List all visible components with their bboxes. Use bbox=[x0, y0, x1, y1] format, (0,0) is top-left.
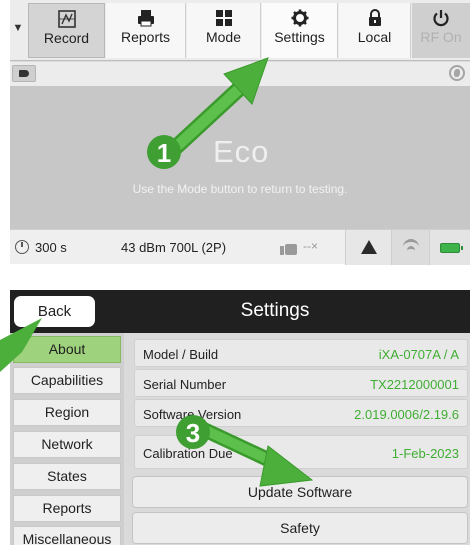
info-key: Model / Build bbox=[143, 347, 219, 362]
rf-on-button[interactable]: RF On bbox=[412, 3, 470, 58]
toolbar-menu-caret[interactable]: ▼ bbox=[10, 22, 26, 34]
sidebar-item-states[interactable]: States bbox=[13, 463, 121, 490]
info-value: 2.019.0006/2.19.6 bbox=[354, 407, 459, 422]
signal-readout: --× bbox=[303, 239, 318, 253]
settings-button-label: Settings bbox=[274, 29, 325, 45]
toolbar: ▼ Record Reports Mode Settings Local RF … bbox=[10, 0, 470, 61]
gear-icon bbox=[262, 3, 337, 29]
thumbs-up-icon bbox=[280, 239, 297, 255]
sidebar-item-miscellaneous[interactable]: Miscellaneous bbox=[13, 526, 121, 545]
printer-icon bbox=[106, 3, 185, 29]
info-value: 1-Feb-2023 bbox=[391, 446, 459, 461]
tag-icon[interactable] bbox=[12, 65, 36, 82]
mode-button[interactable]: Mode bbox=[187, 3, 261, 58]
main-screen: ▼ Record Reports Mode Settings Local RF … bbox=[10, 0, 470, 265]
sidebar-item-about[interactable]: About bbox=[13, 336, 121, 363]
info-row-software-version: Software Version 2.019.0006/2.19.6 bbox=[134, 399, 468, 427]
back-button[interactable]: Back bbox=[14, 296, 95, 327]
info-row-serial: Serial Number TX2212000001 bbox=[134, 369, 468, 397]
globe-icon[interactable] bbox=[449, 65, 465, 81]
warning-indicator[interactable] bbox=[345, 230, 391, 265]
rf-on-button-label: RF On bbox=[420, 29, 462, 45]
settings-sidebar: About Capabilities Region Network States… bbox=[10, 333, 124, 545]
tag-strip bbox=[10, 62, 470, 86]
reports-button-label: Reports bbox=[120, 29, 171, 45]
grid-icon bbox=[187, 3, 260, 29]
lock-icon bbox=[339, 3, 410, 29]
settings-header: Back Settings bbox=[10, 290, 470, 333]
battery-icon bbox=[440, 243, 463, 253]
info-key: Calibration Due bbox=[143, 446, 233, 461]
record-button[interactable]: Record bbox=[28, 3, 105, 58]
wifi-icon bbox=[403, 239, 419, 255]
wifi-indicator[interactable] bbox=[391, 230, 429, 265]
timer-icon bbox=[15, 240, 29, 254]
info-row-model: Model / Build iXA-0707A / A bbox=[134, 339, 468, 367]
mode-title: Eco bbox=[213, 134, 270, 169]
page-title: Settings bbox=[240, 300, 310, 321]
local-button[interactable]: Local bbox=[339, 3, 411, 58]
mode-button-label: Mode bbox=[205, 29, 242, 45]
power-icon bbox=[412, 3, 470, 29]
sidebar-item-network[interactable]: Network bbox=[13, 431, 121, 458]
settings-button[interactable]: Settings bbox=[262, 3, 338, 58]
battery-indicator[interactable] bbox=[429, 230, 470, 265]
sidebar-item-reports[interactable]: Reports bbox=[13, 495, 121, 522]
mode-display: Eco Use the Mode button to return to tes… bbox=[10, 86, 470, 229]
sidebar-item-capabilities[interactable]: Capabilities bbox=[13, 367, 121, 394]
settings-screen: Back Settings About Capabilities Region … bbox=[10, 290, 470, 545]
local-button-label: Local bbox=[357, 29, 392, 45]
status-bar: 300 s 43 dBm 700L (2P) --× bbox=[10, 229, 470, 265]
record-button-label: Record bbox=[43, 30, 90, 46]
sidebar-item-region[interactable]: Region bbox=[13, 399, 121, 426]
safety-button[interactable]: Safety bbox=[132, 512, 468, 544]
record-icon bbox=[29, 4, 104, 30]
mode-hint: Use the Mode button to return to testing… bbox=[132, 182, 348, 196]
reports-button[interactable]: Reports bbox=[106, 3, 186, 58]
power-readout: 43 dBm 700L (2P) bbox=[121, 240, 227, 255]
info-row-calibration: Calibration Due 1-Feb-2023 bbox=[134, 435, 468, 469]
info-value: TX2212000001 bbox=[370, 377, 459, 392]
info-key: Software Version bbox=[143, 407, 242, 422]
timer-value: 300 s bbox=[35, 240, 67, 255]
warning-icon bbox=[361, 240, 377, 254]
info-value: iXA-0707A / A bbox=[378, 347, 459, 362]
info-key: Serial Number bbox=[143, 377, 227, 392]
about-panel: Model / Build iXA-0707A / A Serial Numbe… bbox=[124, 333, 470, 545]
update-software-button[interactable]: Update Software bbox=[132, 476, 468, 508]
